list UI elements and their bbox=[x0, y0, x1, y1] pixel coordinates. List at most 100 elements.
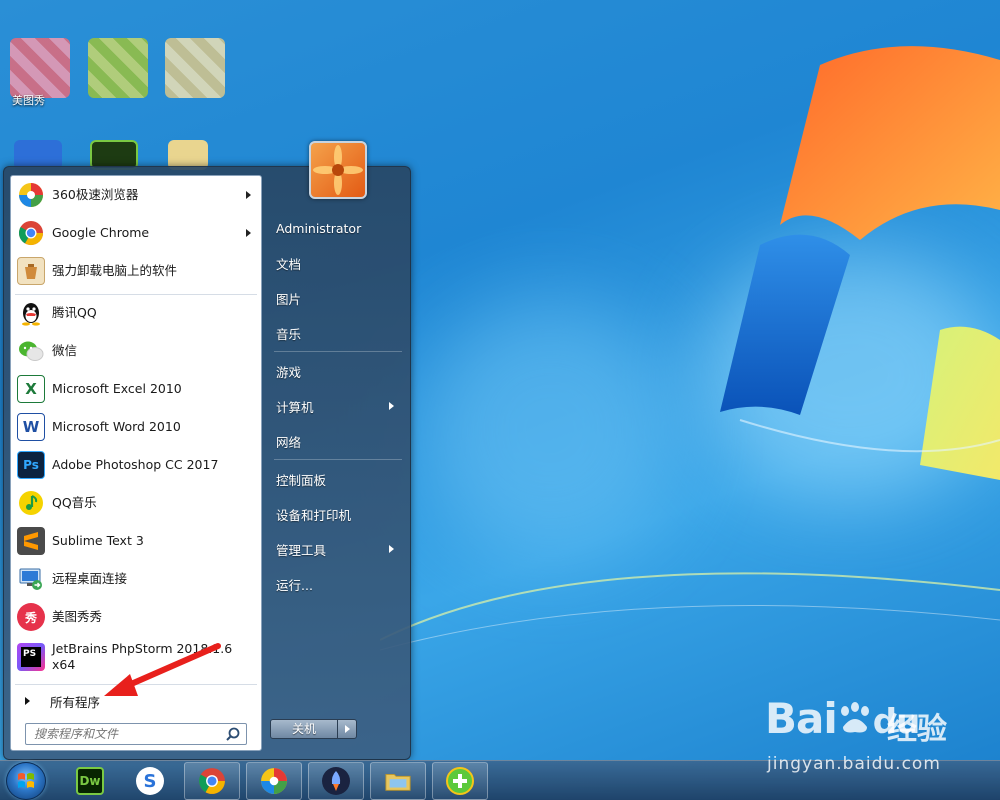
program-item-google-chrome[interactable]: Google Chrome bbox=[15, 216, 259, 250]
taskbar-360-browser[interactable] bbox=[246, 762, 302, 800]
program-list-separator bbox=[15, 294, 257, 295]
program-label: 微信 bbox=[52, 343, 78, 358]
places-item-devices-printers[interactable]: 设备和打印机 bbox=[268, 499, 402, 529]
places-separator bbox=[274, 459, 402, 460]
taskbar-rocket-app[interactable] bbox=[308, 762, 364, 800]
program-label: 360极速浏览器 bbox=[52, 187, 139, 202]
user-avatar[interactable] bbox=[309, 141, 367, 199]
expand-arrow-icon bbox=[25, 697, 30, 705]
desktop-icon-meitu[interactable] bbox=[10, 38, 70, 98]
flower-icon bbox=[313, 145, 363, 195]
program-item-remote-desktop[interactable]: 远程桌面连接 bbox=[15, 562, 259, 596]
program-item-photoshop[interactable]: Ps Adobe Photoshop CC 2017 bbox=[15, 448, 259, 482]
sogou-icon: S bbox=[136, 767, 164, 795]
submenu-arrow-icon bbox=[389, 545, 394, 553]
all-programs-label: 所有程序 bbox=[50, 694, 101, 710]
taskbar-dreamweaver[interactable]: Dw bbox=[62, 762, 118, 800]
places-item-administrator[interactable]: Administrator bbox=[268, 213, 402, 243]
program-label: QQ音乐 bbox=[52, 495, 97, 510]
360-guard-icon bbox=[446, 767, 474, 795]
program-item-meitu[interactable]: 秀 美图秀秀 bbox=[15, 600, 259, 634]
paw-icon bbox=[840, 702, 869, 733]
program-item-qq-music[interactable]: QQ音乐 bbox=[15, 486, 259, 520]
places-item-network[interactable]: 网络 bbox=[268, 426, 402, 456]
shutdown-button[interactable]: 关机 bbox=[270, 719, 338, 739]
watermark-jingyan: 经验 bbox=[887, 712, 947, 747]
program-label: Microsoft Excel 2010 bbox=[52, 381, 182, 396]
taskbar-file-explorer[interactable] bbox=[370, 762, 426, 800]
program-item-uninstaller[interactable]: 强力卸载电脑上的软件 bbox=[15, 254, 259, 288]
places-item-music[interactable]: 音乐 bbox=[268, 318, 402, 348]
places-label: 运行... bbox=[276, 577, 313, 593]
places-label: 控制面板 bbox=[276, 472, 327, 488]
uninstall-icon bbox=[17, 257, 45, 285]
wechat-icon bbox=[17, 337, 45, 365]
shutdown-options-button[interactable] bbox=[337, 719, 357, 739]
program-item-excel[interactable]: X Microsoft Excel 2010 bbox=[15, 372, 259, 406]
program-label: 远程桌面连接 bbox=[52, 571, 128, 586]
meitu-icon: 秀 bbox=[17, 603, 45, 631]
places-label: 音乐 bbox=[276, 326, 302, 342]
program-item-qq[interactable]: 腾讯QQ bbox=[15, 296, 259, 330]
submenu-arrow-icon bbox=[246, 229, 251, 237]
taskbar-chrome[interactable] bbox=[184, 762, 240, 800]
360-browser-icon bbox=[260, 767, 288, 795]
places-label: 图片 bbox=[276, 291, 302, 307]
remote-desktop-icon bbox=[17, 565, 45, 593]
places-label: 计算机 bbox=[276, 399, 314, 415]
phpstorm-icon: PS bbox=[17, 643, 45, 671]
search-input[interactable] bbox=[26, 725, 224, 743]
places-label: 设备和打印机 bbox=[276, 507, 352, 523]
places-label: 游戏 bbox=[276, 364, 302, 380]
places-item-admin-tools[interactable]: 管理工具 bbox=[268, 534, 402, 564]
submenu-arrow-icon bbox=[246, 191, 251, 199]
search-box[interactable] bbox=[25, 723, 247, 745]
start-button[interactable] bbox=[6, 762, 46, 800]
program-label: Adobe Photoshop CC 2017 bbox=[52, 457, 219, 472]
places-item-control-panel[interactable]: 控制面板 bbox=[268, 464, 402, 494]
qq-icon bbox=[17, 299, 45, 327]
program-label: Sublime Text 3 bbox=[52, 533, 144, 548]
program-label: 腾讯QQ bbox=[52, 305, 97, 320]
desktop-icon-blurred[interactable] bbox=[165, 38, 225, 98]
submenu-arrow-icon bbox=[389, 402, 394, 410]
chrome-icon bbox=[17, 219, 45, 247]
photoshop-icon: Ps bbox=[17, 451, 45, 479]
places-label: Administrator bbox=[276, 220, 362, 236]
places-item-run[interactable]: 运行... bbox=[268, 569, 402, 599]
qq-music-icon bbox=[17, 489, 45, 517]
sublime-icon bbox=[17, 527, 45, 555]
program-label: 强力卸载电脑上的软件 bbox=[52, 263, 178, 278]
program-item-wechat[interactable]: 微信 bbox=[15, 334, 259, 368]
places-label: 文档 bbox=[276, 256, 302, 272]
program-label: Microsoft Word 2010 bbox=[52, 419, 181, 434]
places-item-games[interactable]: 游戏 bbox=[268, 356, 402, 386]
wallpaper-swoosh bbox=[380, 572, 1000, 651]
taskbar-360-guard[interactable] bbox=[432, 762, 488, 800]
watermark-brand-bai: Bai bbox=[765, 694, 838, 743]
places-label: 管理工具 bbox=[276, 542, 327, 558]
desktop-icon-blurred[interactable] bbox=[88, 38, 148, 98]
places-label: 网络 bbox=[276, 434, 302, 450]
search-icon[interactable] bbox=[224, 725, 242, 743]
places-item-pictures[interactable]: 图片 bbox=[268, 283, 402, 313]
rocket-icon bbox=[322, 767, 350, 795]
annotation-arrow bbox=[104, 643, 221, 696]
word-icon: W bbox=[17, 413, 45, 441]
desktop-icon-label: 美图秀 bbox=[12, 94, 45, 107]
taskbar-sogou[interactable]: S bbox=[122, 762, 178, 800]
windows-logo-icon bbox=[18, 773, 34, 788]
excel-icon: X bbox=[17, 375, 45, 403]
program-item-360-browser[interactable]: 360极速浏览器 bbox=[15, 178, 259, 212]
360-browser-icon bbox=[17, 181, 45, 209]
places-separator bbox=[274, 351, 402, 352]
watermark-url: jingyan.baidu.com bbox=[767, 754, 941, 774]
program-label: Google Chrome bbox=[52, 225, 150, 240]
places-item-computer[interactable]: 计算机 bbox=[268, 391, 402, 421]
program-label: 美图秀秀 bbox=[52, 609, 103, 624]
places-item-documents[interactable]: 文档 bbox=[268, 248, 402, 278]
program-item-sublime[interactable]: Sublime Text 3 bbox=[15, 524, 259, 558]
windows-logo-flag bbox=[720, 46, 1000, 480]
file-explorer-icon bbox=[384, 767, 412, 795]
program-item-word[interactable]: W Microsoft Word 2010 bbox=[15, 410, 259, 444]
